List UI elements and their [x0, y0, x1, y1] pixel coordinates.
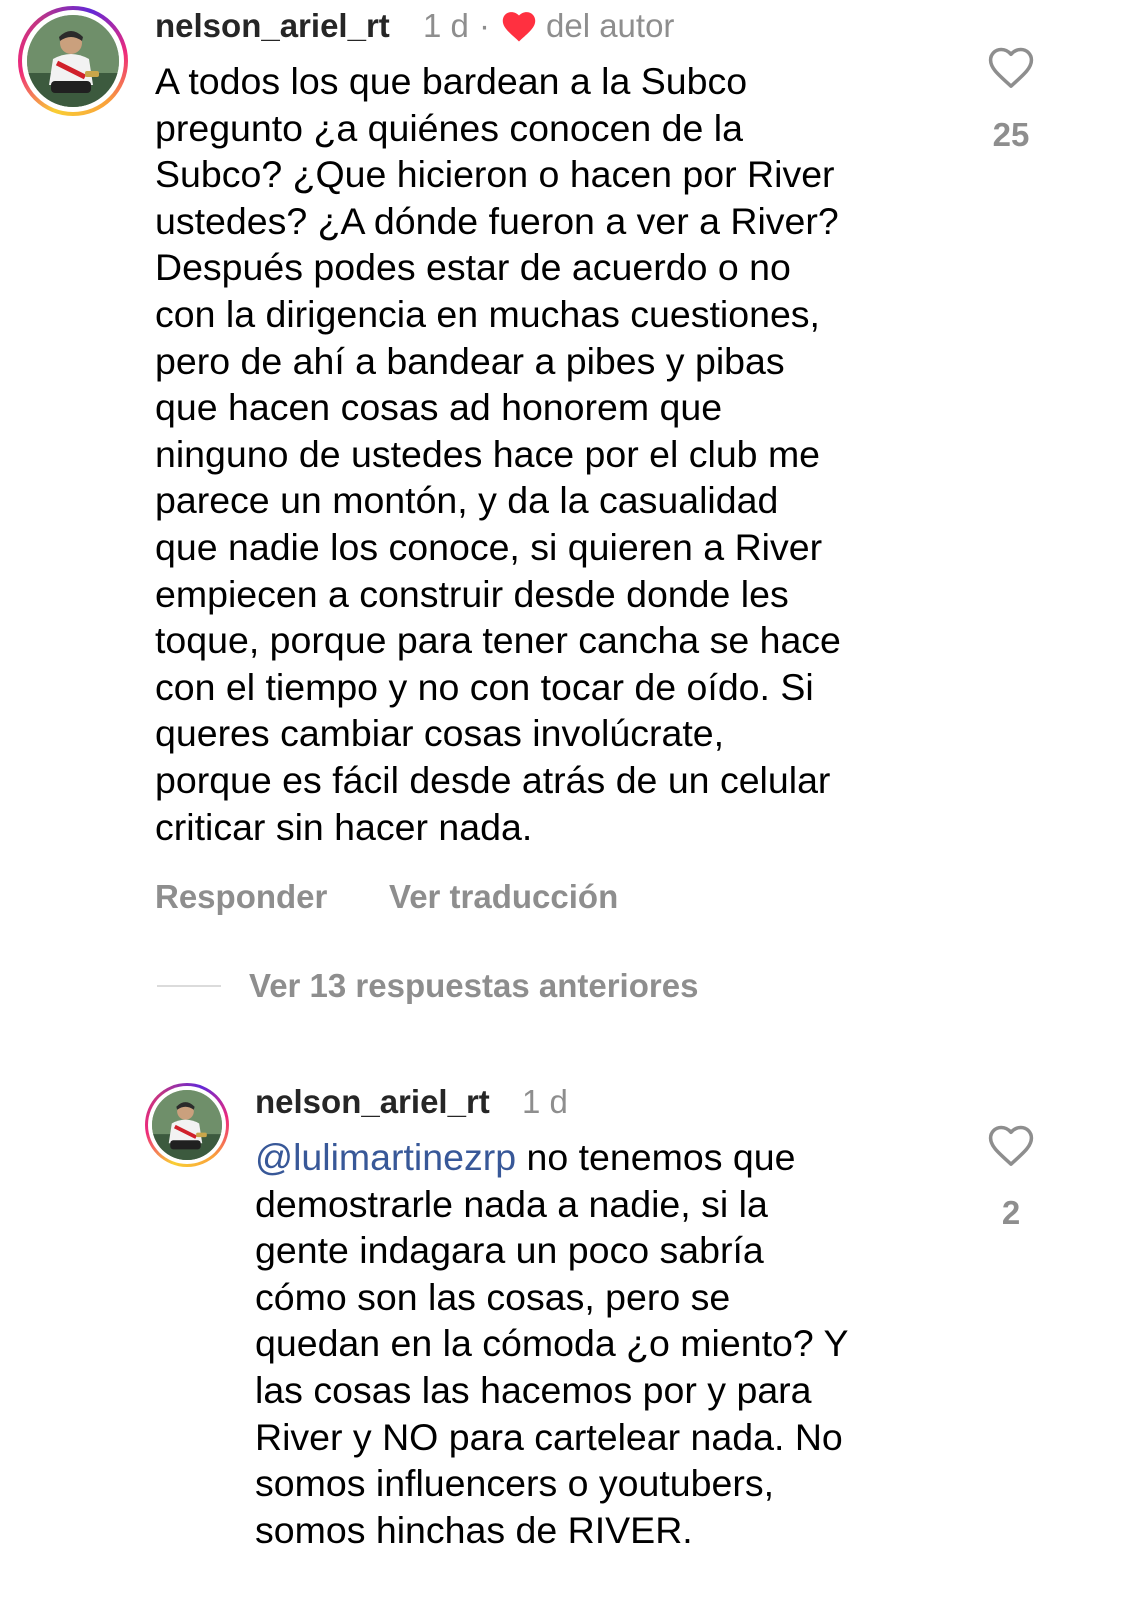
reply-avatar[interactable] — [145, 1083, 229, 1167]
author-badge: del autor — [546, 7, 675, 44]
reply-time: 1 d — [522, 1083, 568, 1120]
replies-divider — [157, 985, 221, 987]
view-replies-button[interactable]: Ver 13 respuestas anteriores — [249, 969, 698, 1002]
comment-time: 1 d — [423, 7, 469, 44]
comment-like-button[interactable] — [986, 44, 1036, 90]
reply-text-first: no tenemos que — [516, 1136, 796, 1178]
comment-like-count: 25 — [992, 116, 1030, 153]
reply-text-rest: demostrarle nada a nadie, si la gente in… — [255, 1182, 849, 1551]
avatar[interactable] — [18, 6, 128, 116]
avatar-photo — [27, 15, 119, 107]
reply-username[interactable]: nelson_ariel_rt — [255, 1085, 490, 1118]
reply-avatar-photo — [152, 1090, 222, 1160]
avatar-person-icon — [27, 15, 119, 107]
heart-outline-icon — [986, 47, 1036, 94]
meta-separator: · — [479, 7, 490, 44]
reply-button[interactable]: Responder — [155, 880, 327, 913]
comment-username[interactable]: nelson_ariel_rt — [155, 9, 390, 42]
reply-like-button[interactable] — [986, 1122, 1036, 1168]
heart-filled-icon — [500, 9, 538, 43]
reply-mention-link[interactable]: @lulimartinezrp — [255, 1136, 516, 1178]
avatar-person-icon — [152, 1090, 222, 1160]
heart-outline-icon — [986, 1125, 1036, 1172]
reply-text: @lulimartinezrp no tenemos que demostrar… — [255, 1134, 955, 1553]
comment-text: A todos los que bardean a la Subco pregu… — [155, 60, 841, 848]
translate-button[interactable]: Ver traducción — [389, 880, 618, 913]
reply-like-count: 2 — [1001, 1194, 1021, 1231]
